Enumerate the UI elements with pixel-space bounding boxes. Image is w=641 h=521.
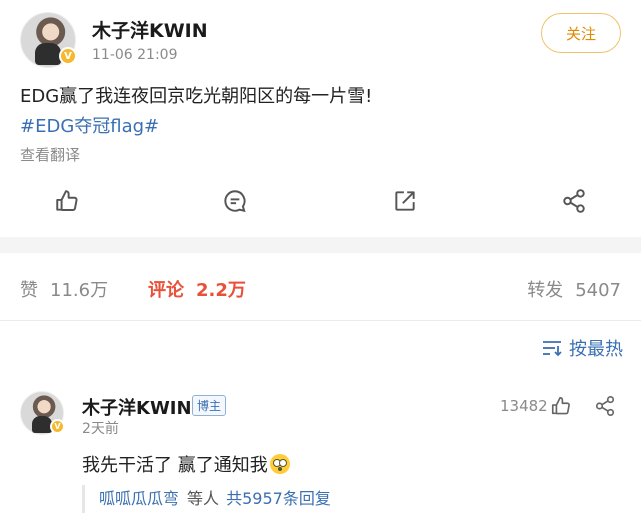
author-name[interactable]: 木子洋KWIN [92,16,208,43]
tab-comments-label: 评论 [148,280,184,301]
share-icon[interactable] [561,188,587,214]
section-divider [0,237,641,253]
tab-likes-label: 赞 [20,280,38,301]
comment-like-icon[interactable] [550,395,572,417]
avatar-figure [32,416,52,433]
sort-button[interactable]: 按最热 [541,335,623,361]
like-icon[interactable] [54,188,80,214]
comment-time: 2天前 [82,421,119,437]
commenter-name[interactable]: 木子洋KWIN [82,394,192,420]
post-header: V 木子洋KWIN 11-06 21:09 关注 [0,0,641,80]
tab-reposts-label: 转发 [527,280,564,301]
verified-badge-icon: V [50,419,65,434]
reply-count-link[interactable]: 共5957条回复 [226,489,331,508]
follow-button[interactable]: 关注 [541,13,621,53]
author-badge: 博主 [192,395,227,416]
divider [0,320,641,321]
author-avatar[interactable]: V [20,12,77,68]
reply-etc-text: 等人 [187,489,220,508]
avatar-figure [35,43,61,65]
comment-icon[interactable] [222,188,248,214]
action-bar [0,176,641,228]
tab-reposts-count: 5407 [575,280,621,301]
comment-item: V 木子洋KWIN 博主 2天前 13482 我先干活了 赢了通知我 呱呱瓜瓜弯… [0,385,641,521]
comment-like-count: 13482 [500,397,548,415]
tab-likes[interactable]: 赞 11.6万 [20,276,108,302]
translate-button[interactable]: 查看翻译 [20,144,80,165]
reply-user-link[interactable]: 呱呱瓜瓜弯 [99,489,179,508]
reply-summary[interactable]: 呱呱瓜瓜弯 等人 共5957条回复 [82,485,622,513]
repost-icon[interactable] [392,188,418,214]
sort-label: 按最热 [569,339,623,360]
stats-tabs: 赞 11.6万 评论 2.2万 转发 5407 [0,270,641,304]
comment-text: 我先干活了 赢了通知我 [82,451,290,477]
hashtag-link[interactable]: #EDG夺冠flag# [20,112,159,138]
commenter-avatar[interactable]: V [20,391,65,435]
tab-likes-count: 11.6万 [50,280,109,301]
verified-badge-icon: V [59,47,77,65]
tab-reposts[interactable]: 转发 5407 [527,276,621,302]
tab-comments-count: 2.2万 [196,280,246,301]
comment-body: 我先干活了 赢了通知我 [82,455,268,476]
post-time: 11-06 21:09 [92,47,178,63]
post-text: EDG赢了我连夜回京吃光朝阳区的每一片雪! [20,86,373,107]
comment-share-icon[interactable] [594,395,616,417]
flushed-face-emoji-icon [269,454,290,474]
sort-icon [543,341,562,357]
tab-comments[interactable]: 评论 2.2万 [148,276,246,302]
